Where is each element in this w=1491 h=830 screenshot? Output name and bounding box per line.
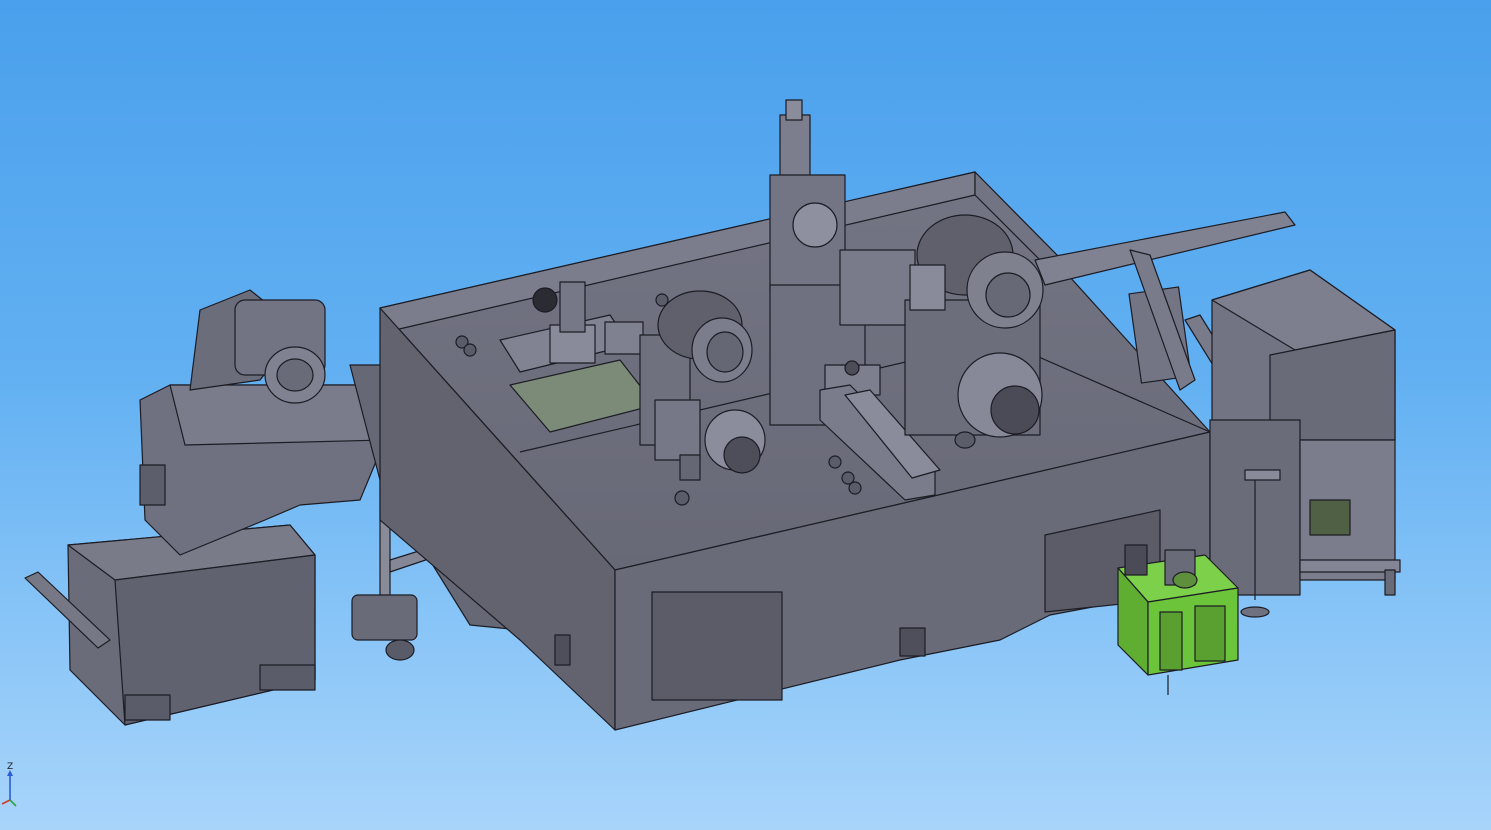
machine-assembly-model[interactable] xyxy=(0,0,1491,830)
hopper-feeder[interactable] xyxy=(1209,269,1401,618)
z-axis-label: Z xyxy=(7,762,13,772)
x-axis-line xyxy=(1,799,11,805)
axis-triad-icon: Z xyxy=(1,762,17,807)
y-axis-line xyxy=(9,799,17,807)
cad-viewport[interactable]: Z xyxy=(0,0,1491,830)
